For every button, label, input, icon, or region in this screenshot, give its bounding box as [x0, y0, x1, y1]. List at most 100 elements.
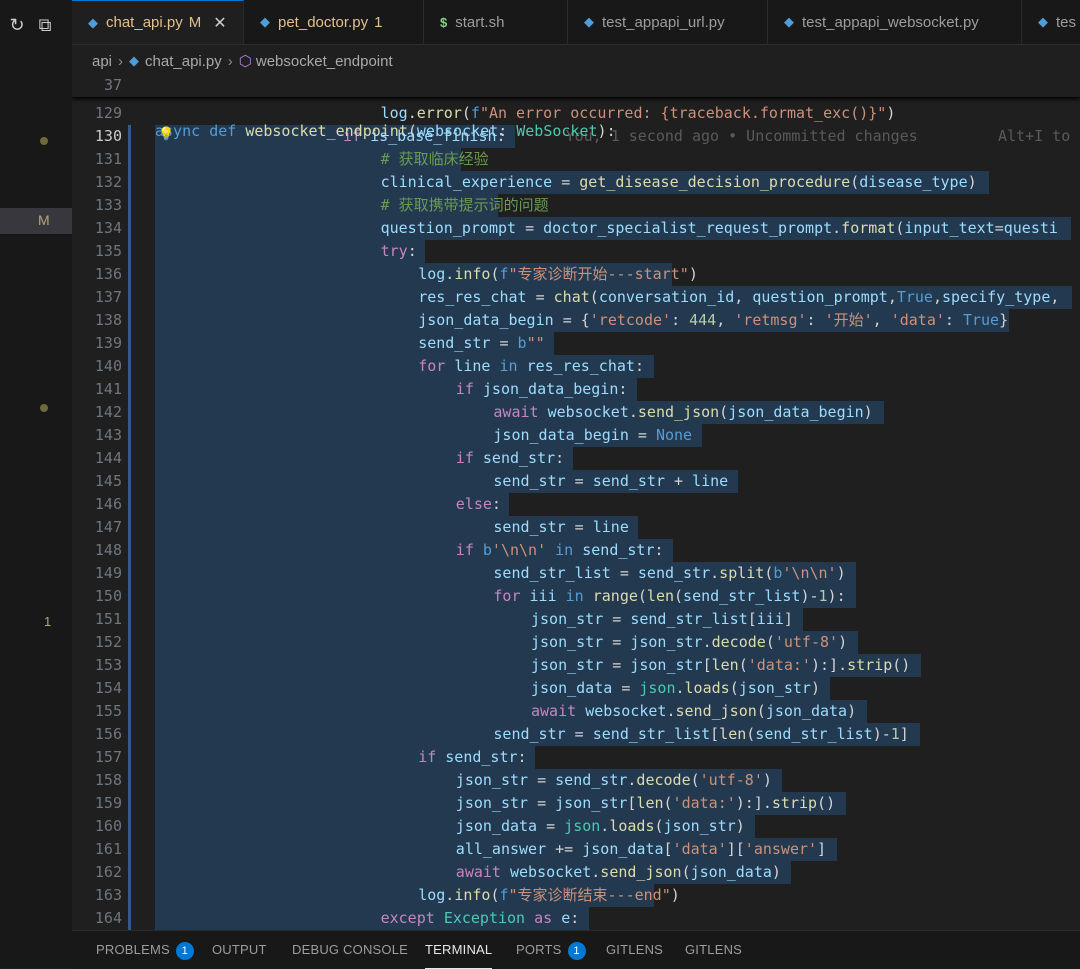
line-code: json_data = json.loads(json_str): [455, 817, 745, 835]
collapse-all-icon[interactable]: ⧉: [34, 14, 56, 36]
line-code: # 获取携带提示词的问题: [380, 196, 549, 214]
line-code: clinical_experience = get_disease_decisi…: [380, 173, 977, 191]
code-line[interactable]: 141 if json_data_begin:: [72, 378, 1080, 401]
code-line[interactable]: 138 json_data_begin = {'retcode': 444, 'r…: [72, 309, 1080, 332]
close-icon[interactable]: ✕: [213, 13, 226, 33]
code-line[interactable]: 146 else:: [72, 493, 1080, 516]
panel-tab-label: TERMINAL: [425, 942, 493, 957]
line-number: 161: [94, 840, 122, 858]
code-line[interactable]: 147 send_str = line: [72, 516, 1080, 539]
code-line[interactable]: 151 json_str = send_str_list[iii]: [72, 608, 1080, 631]
line-code: json_data = json.loads(json_str): [531, 679, 820, 697]
code-line[interactable]: 133 # 获取携带提示词的问题: [72, 194, 1080, 217]
line-number: 150: [94, 587, 122, 605]
python-file-icon: ◆: [129, 53, 140, 68]
line-code: send_str = send_str + line: [493, 472, 729, 490]
python-file-icon: ◆: [260, 14, 270, 29]
line-number: 140: [94, 357, 122, 375]
line-number: 37: [103, 76, 122, 94]
code-line[interactable]: 142 await websocket.send_json(json_data_b…: [72, 401, 1080, 424]
line-number: 132: [94, 173, 122, 191]
code-line[interactable]: 153 json_str = json_str[len('data:'):].st…: [72, 654, 1080, 677]
panel-tab-label: DEBUG CONSOLE: [292, 942, 409, 957]
tab-chat-api-py[interactable]: ◆ chat_api.py M ✕: [72, 0, 244, 44]
code-line[interactable]: 140 for line in res_res_chat:: [72, 355, 1080, 378]
code-line[interactable]: 136 log.info(f"专家诊断开始---start"): [72, 263, 1080, 286]
code-line[interactable]: 135 try:: [72, 240, 1080, 263]
line-code: send_str = b"": [418, 334, 545, 352]
tab-tes[interactable]: ◆ tes: [1022, 0, 1080, 44]
line-number: 134: [94, 219, 122, 237]
line-number: 133: [94, 196, 122, 214]
code-line[interactable]: 158 json_str = send_str.decode('utf-8'): [72, 769, 1080, 792]
line-code: await websocket.send_json(json_data): [531, 702, 857, 720]
line-code: log.info(f"专家诊断开始---start"): [418, 265, 698, 283]
line-number: 145: [94, 472, 122, 490]
code-line[interactable]: 132 clinical_experience = get_disease_dec…: [72, 171, 1080, 194]
code-line[interactable]: 139 send_str = b"": [72, 332, 1080, 355]
code-line[interactable]: 131 # 获取临床经验: [72, 148, 1080, 171]
code-line[interactable]: 148 if b'\n\n' in send_str:: [72, 539, 1080, 562]
code-line[interactable]: 134 question_prompt = doctor_specialist_r…: [72, 217, 1080, 240]
tab-pet-doctor-py[interactable]: ◆ pet_doctor.py 1: [244, 0, 424, 44]
code-line[interactable]: 157 if send_str:: [72, 746, 1080, 769]
code-line[interactable]: 161 all_answer += json_data['data']['answ…: [72, 838, 1080, 861]
tab-label: test_appapi_url.py: [602, 13, 725, 31]
code-editor[interactable]: 37 async def websocket_endpoint(websocke…: [72, 74, 1080, 930]
panel-tab-problems[interactable]: PROBLEMS 1: [96, 931, 194, 969]
line-code: json_str = send_str_list[iii]: [531, 610, 793, 628]
line-code: for iii in range(len(send_str_list)-1):: [493, 587, 846, 605]
chevron-right-icon: ›: [118, 52, 124, 70]
change-dot-icon: [40, 137, 48, 145]
code-line[interactable]: 163 log.info(f"专家诊断结束---end"): [72, 884, 1080, 907]
line-number: 156: [94, 725, 122, 743]
code-line[interactable]: 144 if send_str:: [72, 447, 1080, 470]
panel-tab-gitlens[interactable]: GITLENS: [685, 931, 742, 969]
explorer-item-selected[interactable]: [0, 208, 72, 234]
sticky-line-code: async def websocket_endpoint(websocket: …: [155, 122, 616, 140]
code-line[interactable]: 156 send_str = send_str_list[len(send_str…: [72, 723, 1080, 746]
modified-marker: M: [38, 212, 50, 228]
panel-tab-ports[interactable]: PORTS 1: [516, 931, 586, 969]
python-file-icon: ◆: [584, 14, 594, 29]
breadcrumb-folder[interactable]: api: [92, 53, 112, 70]
line-number: 153: [94, 656, 122, 674]
code-line[interactable]: 154 json_data = json.loads(json_str): [72, 677, 1080, 700]
code-line[interactable]: 150 for iii in range(len(send_str_list)-1…: [72, 585, 1080, 608]
panel-tab-gitlens[interactable]: GITLENS: [606, 931, 663, 969]
code-line[interactable]: 155 await websocket.send_json(json_data): [72, 700, 1080, 723]
code-line[interactable]: 152 json_str = json_str.decode('utf-8'): [72, 631, 1080, 654]
breadcrumb-file[interactable]: chat_api.py: [145, 53, 222, 70]
code-line[interactable]: 145 send_str = send_str + line: [72, 470, 1080, 493]
code-line[interactable]: 149 send_str_list = send_str.split(b'\n\n…: [72, 562, 1080, 585]
code-line[interactable]: 137 res_res_chat = chat(conversation_id, …: [72, 286, 1080, 309]
code-line[interactable]: 160 json_data = json.loads(json_str): [72, 815, 1080, 838]
sticky-scroll-header[interactable]: 37 async def websocket_endpoint(websocke…: [72, 74, 1080, 140]
tab-test-appapi-websocket-py[interactable]: ◆ test_appapi_websocket.py: [768, 0, 1022, 44]
line-number: 154: [94, 679, 122, 697]
git-change-gutter[interactable]: [128, 125, 131, 930]
panel-tab-output[interactable]: OUTPUT: [212, 931, 267, 969]
line-code: question_prompt = doctor_specialist_requ…: [380, 219, 1058, 237]
breadcrumb: api › ◆ chat_api.py › ⬡ websocket_endpoi…: [92, 50, 393, 72]
code-line[interactable]: 143 json_data_begin = None: [72, 424, 1080, 447]
lightbulb-icon[interactable]: 💡: [158, 126, 174, 142]
breadcrumb-symbol[interactable]: websocket_endpoint: [256, 53, 393, 70]
line-code: if b'\n\n' in send_str:: [455, 541, 664, 559]
line-number: 138: [94, 311, 122, 329]
panel-tab-terminal[interactable]: TERMINAL: [425, 931, 493, 969]
line-code: await websocket.send_json(json_data_begi…: [493, 403, 873, 421]
tab-start-sh[interactable]: $ start.sh: [424, 0, 568, 44]
inline-shortcut-hint: Alt+I to: [998, 127, 1071, 145]
tab-test-appapi-url-py[interactable]: ◆ test_appapi_url.py: [568, 0, 768, 44]
code-line[interactable]: 162 await websocket.send_json(json_data): [72, 861, 1080, 884]
refresh-icon[interactable]: ↻: [6, 14, 28, 36]
line-number: 135: [94, 242, 122, 260]
panel-tab-debug-console[interactable]: DEBUG CONSOLE: [292, 931, 408, 969]
line-code: res_res_chat = chat(conversation_id, que…: [418, 288, 1060, 306]
line-number: 151: [94, 610, 122, 628]
tab-label: tes: [1056, 13, 1077, 31]
code-line[interactable]: 164 except Exception as e:: [72, 907, 1080, 930]
line-number: 146: [94, 495, 122, 513]
code-line[interactable]: 159 json_str = json_str[len('data:'):].st…: [72, 792, 1080, 815]
